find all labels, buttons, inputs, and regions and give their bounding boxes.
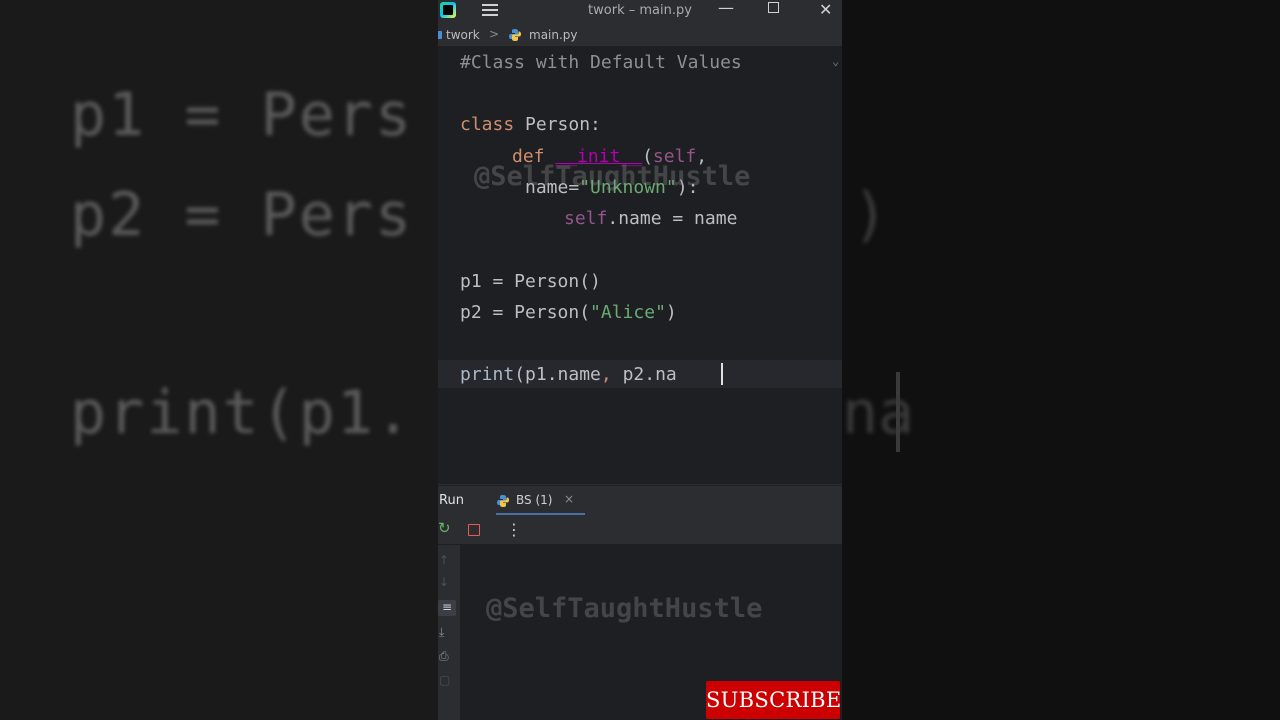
- code-line-assign: self.name = name: [564, 208, 737, 229]
- code-editor[interactable]: ⌄ #Class with Default Values class Perso…: [438, 46, 842, 484]
- code-line-p1: p1 = Person(): [460, 271, 601, 292]
- down-arrow-icon[interactable]: ↓: [439, 575, 449, 589]
- ide-window: twork – main.py — ✕ twork > main.py ⌄ #C…: [438, 0, 842, 720]
- print-args-2: p2.na: [611, 364, 677, 385]
- self-attr: self: [564, 208, 608, 229]
- code-line-print: print(p1.name, p2.na: [460, 364, 677, 385]
- p2-suffix: ): [665, 302, 677, 323]
- scroll-to-end-icon[interactable]: ⤓: [439, 625, 444, 640]
- python-run-icon: [497, 495, 509, 507]
- code-line-p2: p2 = Person("Alice"): [460, 302, 677, 323]
- breadcrumb-separator: >: [489, 27, 500, 41]
- run-toolbar: ↻ ⋮: [438, 516, 842, 545]
- run-panel-header: Run BS (1) ×: [438, 485, 842, 516]
- active-tab-underline: [496, 513, 585, 515]
- p2-prefix: p2 = Person(: [460, 302, 591, 323]
- print-args-1: (p1.name: [514, 364, 601, 385]
- class-name: Person:: [514, 114, 601, 135]
- background-code-line-2: p2 = Pers: [70, 180, 414, 250]
- code-line-class: class Person:: [460, 114, 601, 135]
- watermark-output: @SelfTaughtHustle: [486, 593, 763, 624]
- rerun-icon[interactable]: ↻: [438, 521, 452, 536]
- breadcrumb-project[interactable]: twork: [446, 28, 480, 42]
- run-tab-bs[interactable]: BS (1) ×: [496, 486, 585, 516]
- minimize-icon[interactable]: —: [718, 0, 734, 17]
- text-caret: [721, 363, 723, 385]
- python-file-icon: [509, 29, 521, 41]
- breadcrumb-file[interactable]: main.py: [529, 28, 578, 42]
- keyword-class: class: [460, 114, 515, 135]
- project-folder-icon: [438, 31, 442, 39]
- p2-argument: "Alice": [590, 302, 666, 323]
- soft-wrap-icon[interactable]: ≡: [438, 600, 456, 616]
- chevron-down-icon[interactable]: ⌄: [832, 54, 839, 68]
- breadcrumb: twork > main.py: [438, 24, 842, 47]
- background-code-line-1: p1 = Pers: [70, 80, 414, 150]
- up-arrow-icon[interactable]: ↑: [439, 553, 449, 567]
- title-bar: twork – main.py — ✕: [438, 0, 842, 22]
- assign-expression: .name = name: [607, 208, 738, 229]
- background-code-line-3-tail: na: [842, 378, 915, 448]
- stop-icon[interactable]: [468, 524, 480, 536]
- close-icon[interactable]: ✕: [819, 0, 832, 19]
- run-tab-label: BS (1): [516, 493, 553, 507]
- print-function: print: [460, 364, 515, 385]
- background-code-line-3: print(p1.: [70, 378, 414, 448]
- window-title: twork – main.py: [588, 3, 692, 18]
- run-panel-label[interactable]: Run: [439, 493, 464, 508]
- maximize-icon[interactable]: [768, 2, 779, 13]
- close-tab-icon[interactable]: ×: [564, 492, 574, 506]
- print-comma: ,: [600, 364, 612, 385]
- run-side-toolbar: ↑ ↓ ≡ ⤓ ⎙ ▢: [438, 545, 460, 720]
- background-code-line-2-tail: ): [852, 180, 889, 250]
- print-icon[interactable]: ⎙: [439, 649, 449, 664]
- background-caret: [896, 372, 900, 452]
- more-options-icon[interactable]: ⋮: [506, 520, 522, 539]
- trash-icon[interactable]: ▢: [439, 673, 450, 687]
- background-right-panel: [842, 0, 1280, 720]
- subscribe-button[interactable]: SUBSCRIBE: [706, 681, 841, 719]
- watermark-editor: @SelfTaughtHustle: [474, 161, 751, 192]
- code-comment: #Class with Default Values: [460, 52, 742, 73]
